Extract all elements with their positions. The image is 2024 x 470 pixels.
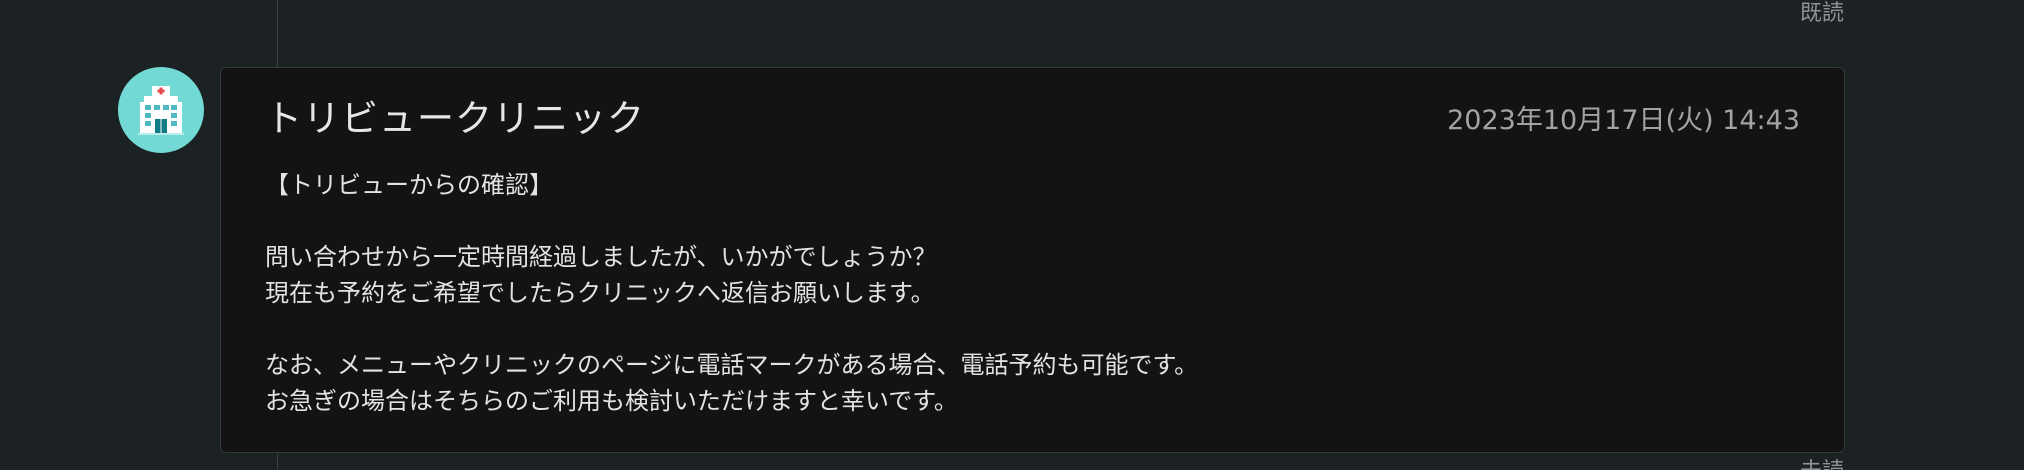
message-line <box>265 203 1765 239</box>
timeline-line <box>277 454 278 470</box>
message-line: 【トリビューからの確認】 <box>265 171 553 199</box>
message-line: お急ぎの場合はそちらのご利用も検討いただけますと幸いです。 <box>265 387 958 415</box>
timeline-line <box>277 0 278 68</box>
read-status: 未読 <box>1800 458 1844 470</box>
message-line: なお、メニューやクリニックのページに電話マークがある場合、電話予約も可能です。 <box>265 351 1199 379</box>
message-card: トリビュークリニック 2023年10月17日(火) 14:43 【トリビューから… <box>220 67 1845 453</box>
read-status: 既読 <box>1799 1 1844 26</box>
hospital-icon <box>138 86 184 135</box>
clinic-avatar[interactable] <box>118 67 204 153</box>
message-line: 現在も予約をご希望でしたらクリニックへ返信お願いします。 <box>265 279 935 307</box>
sender-name: トリビュークリニック <box>265 97 645 140</box>
message-body: 【トリビューからの確認】 問い合わせから一定時間経過しましたが、いかがでしょうか… <box>265 167 1765 419</box>
message-line <box>265 311 1765 347</box>
message-timestamp: 2023年10月17日(火) 14:43 <box>1447 105 1800 136</box>
chat-page: 既読 トリビュークリニック 2023年10月17日(火) 14:43 【トリビュ… <box>0 0 2024 470</box>
message-line: 問い合わせから一定時間経過しましたが、いかがでしょうか？ <box>265 243 937 271</box>
